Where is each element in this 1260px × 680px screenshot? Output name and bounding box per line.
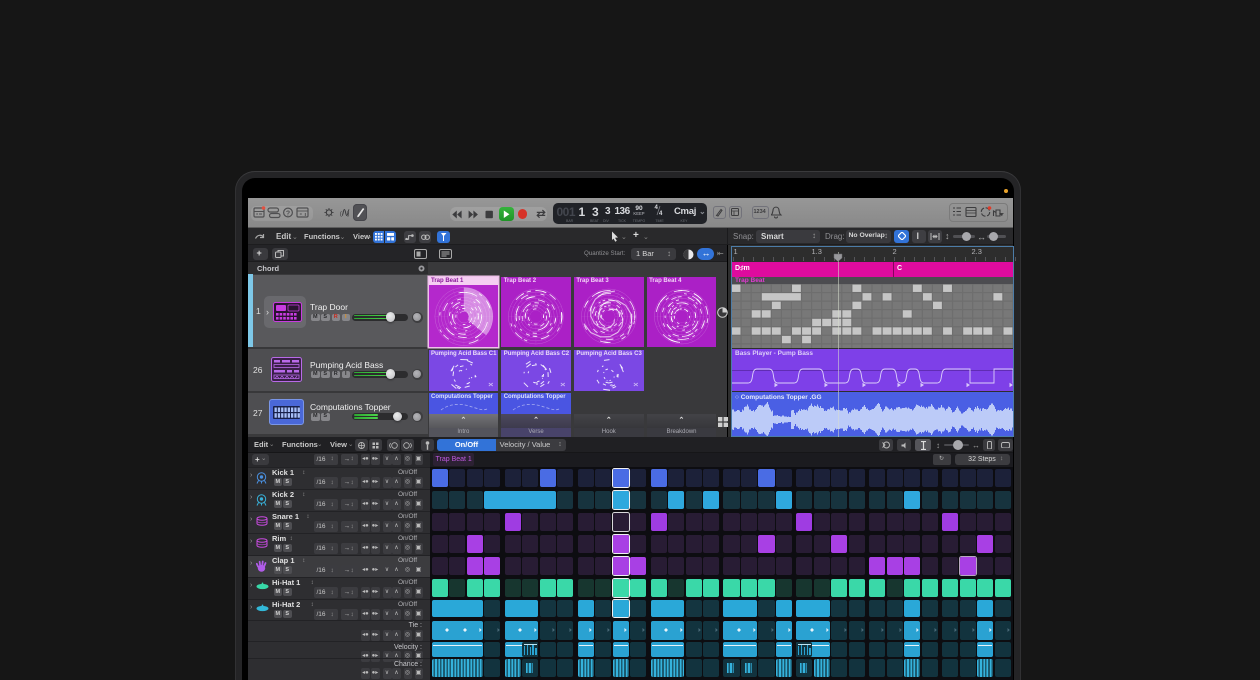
svg-text:(: ( [340, 210, 343, 217]
svg-text:): ) [347, 210, 349, 217]
